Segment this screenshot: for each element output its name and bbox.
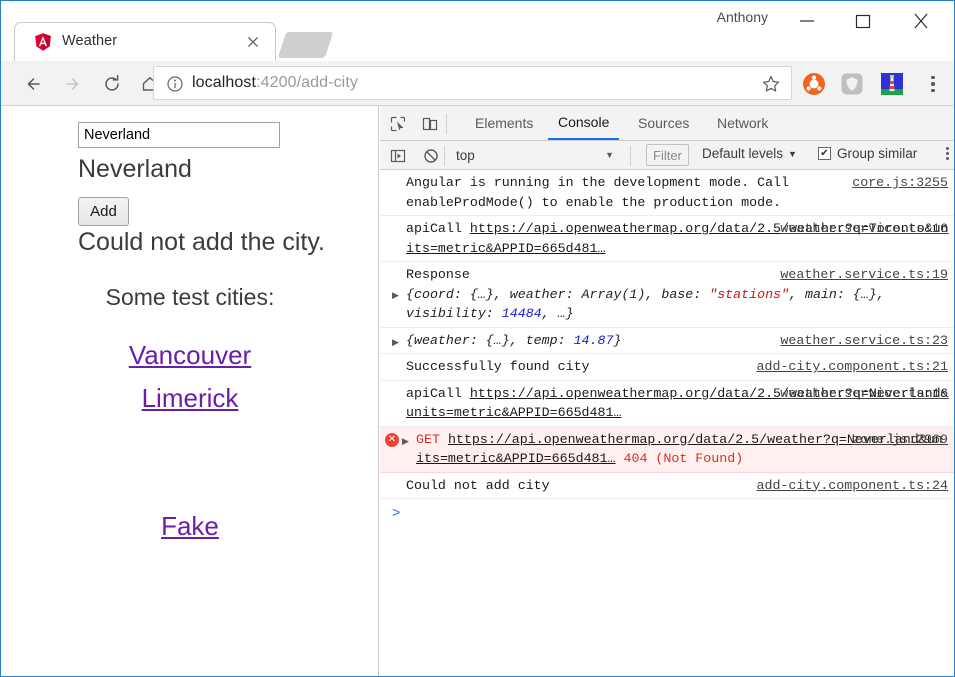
- console-text: apiCall: [406, 385, 470, 401]
- http-method: GET: [416, 431, 440, 447]
- chevron-down-icon: ▼: [788, 148, 797, 159]
- console-row[interactable]: weather.service.ts:16 apiCall https://ap…: [380, 216, 954, 262]
- execution-context-selector[interactable]: top ▼: [456, 144, 618, 166]
- add-city-button[interactable]: Add: [78, 197, 129, 226]
- add-city-error-message: Could not add the city.: [78, 228, 325, 256]
- url-path: :4200/add-city: [256, 74, 358, 91]
- http-status: 404 (Not Found): [623, 451, 744, 466]
- console-prompt[interactable]: >: [380, 499, 954, 527]
- browser-toolbar: localhost:4200/add-city: [1, 61, 954, 106]
- new-tab-icon[interactable]: [277, 32, 334, 58]
- tab-elements[interactable]: Elements: [465, 106, 543, 140]
- browser-window: Weather Anthony localhost:4200/add-city …: [0, 0, 955, 677]
- reload-icon[interactable]: [97, 69, 127, 99]
- maximize-icon[interactable]: [840, 5, 886, 37]
- bookmark-star-icon[interactable]: [761, 74, 781, 94]
- console-text: apiCall: [406, 221, 470, 236]
- console-row[interactable]: weather.service.ts:19 Response ▶ {coord:…: [380, 262, 954, 328]
- console-row[interactable]: weather.service.ts:16 apiCall https://ap…: [380, 381, 954, 427]
- extension-orange-icon[interactable]: [801, 71, 827, 97]
- log-level-selector[interactable]: Default levels ▼: [702, 146, 797, 161]
- tab-network[interactable]: Network: [707, 106, 778, 140]
- extension-lighthouse-icon[interactable]: [879, 71, 905, 97]
- console-sidebar-icon[interactable]: [387, 145, 409, 167]
- toolbar-divider: [446, 114, 447, 134]
- toolbar-divider: [630, 146, 631, 166]
- group-similar-toggle[interactable]: ✔ Group similar: [818, 146, 917, 161]
- checkbox-icon[interactable]: ✔: [818, 147, 831, 160]
- close-icon[interactable]: [898, 5, 944, 37]
- page-viewport: Neverland Add Could not add the city. So…: [1, 106, 379, 676]
- console-row[interactable]: core.js:3255 Angular is running in the d…: [380, 170, 954, 216]
- tab-console[interactable]: Console: [548, 106, 620, 140]
- log-level-value: Default levels: [702, 146, 784, 161]
- expand-triangle-icon[interactable]: ▶: [392, 334, 399, 354]
- inspect-element-icon[interactable]: [386, 112, 410, 136]
- console-row-error[interactable]: ✕ zone.js:2969 ▶ GET https://api.openwea…: [380, 426, 954, 473]
- console-source-link[interactable]: weather.service.ts:23: [780, 331, 948, 351]
- tab-title: Weather: [62, 33, 118, 49]
- city-search-input[interactable]: [78, 122, 280, 148]
- expand-triangle-icon[interactable]: ▶: [392, 287, 399, 307]
- title-bar: Weather Anthony: [1, 1, 954, 61]
- devtools-panel: Elements Console Sources Network » ✕ 1: [380, 106, 954, 676]
- execution-context-value: top: [456, 147, 475, 163]
- object-number-value: 14484: [501, 306, 542, 321]
- forward-arrow-icon: [57, 69, 87, 99]
- address-bar[interactable]: localhost:4200/add-city: [153, 66, 792, 100]
- chevron-down-icon: ▼: [605, 150, 614, 160]
- url-host: localhost: [192, 74, 257, 91]
- console-row[interactable]: add-city.component.ts:21 Successfully fo…: [380, 354, 954, 381]
- page-info-icon[interactable]: [166, 75, 184, 93]
- console-source-link[interactable]: add-city.component.ts:21: [756, 357, 948, 377]
- object-number-value: 14.87: [573, 332, 614, 348]
- console-source-link[interactable]: add-city.component.ts:24: [756, 476, 948, 496]
- console-row[interactable]: add-city.component.ts:24 Could not add c…: [380, 473, 954, 499]
- address-bar-url[interactable]: localhost:4200/add-city: [192, 74, 358, 92]
- group-similar-label: Group similar: [837, 146, 918, 161]
- angular-logo-icon: [33, 32, 53, 52]
- city-link-limerick[interactable]: Limerick: [1, 383, 379, 414]
- close-icon[interactable]: [243, 32, 263, 52]
- console-source-link[interactable]: weather.service.ts:16: [780, 384, 948, 404]
- minimize-icon[interactable]: [784, 5, 830, 37]
- expand-triangle-icon[interactable]: ▶: [402, 433, 409, 453]
- console-source-link[interactable]: weather.service.ts:16: [780, 219, 948, 239]
- prompt-caret-icon: >: [392, 506, 401, 522]
- console-source-link[interactable]: weather.service.ts:19: [780, 265, 948, 285]
- window-user-label[interactable]: Anthony: [717, 9, 768, 25]
- toolbar-divider: [444, 146, 445, 166]
- console-object-preview[interactable]: {coord: {…}, weather: Array(1), base: "s…: [406, 285, 950, 324]
- extension-shield-icon[interactable]: [839, 71, 865, 97]
- city-link-vancouver[interactable]: Vancouver: [1, 340, 379, 371]
- device-toolbar-icon[interactable]: [418, 112, 442, 136]
- chrome-menu-icon[interactable]: [923, 70, 943, 98]
- console-source-link[interactable]: zone.js:2969: [852, 430, 948, 450]
- object-string-value: "stations": [709, 286, 790, 302]
- console-filter-input[interactable]: Filter: [646, 144, 689, 166]
- console-message-list[interactable]: core.js:3255 Angular is running in the d…: [380, 170, 954, 676]
- city-link-fake[interactable]: Fake: [1, 511, 379, 542]
- test-cities-heading: Some test cities:: [105, 284, 275, 310]
- clear-console-icon[interactable]: [420, 145, 442, 167]
- settings-overflow-icon[interactable]: [946, 147, 955, 160]
- console-text: enableProdMode() to enable the productio…: [406, 194, 782, 210]
- console-row[interactable]: weather.service.ts:23 ▶ {weather: {…}, t…: [380, 328, 954, 354]
- city-echo-text: Neverland: [78, 155, 192, 183]
- tab-sources[interactable]: Sources: [628, 106, 699, 140]
- error-circle-icon: ✕: [385, 432, 399, 447]
- console-source-link[interactable]: core.js:3255: [852, 173, 948, 193]
- devtools-tab-bar: Elements Console Sources Network » ✕ 1: [380, 106, 954, 141]
- back-arrow-icon[interactable]: [19, 69, 49, 99]
- browser-tab-weather[interactable]: Weather: [14, 22, 276, 61]
- console-filter-bar: top ▼ Filter Default levels ▼ ✔ Group si…: [380, 141, 954, 170]
